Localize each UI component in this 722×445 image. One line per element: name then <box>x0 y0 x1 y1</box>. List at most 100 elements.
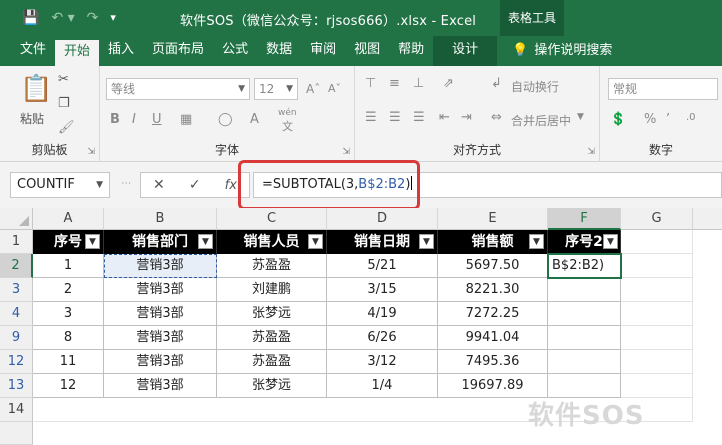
tab-data[interactable]: 数据 <box>257 36 301 66</box>
customize-qat-icon[interactable]: ▾ <box>110 9 116 27</box>
header-cell-salesperson[interactable]: 销售人员 ▼ <box>217 230 327 254</box>
cut-icon[interactable]: ✂ <box>58 72 69 87</box>
copy-icon[interactable]: ❐ <box>58 96 70 111</box>
header-cell-seq2[interactable]: 序号2 ▼ <box>548 230 621 254</box>
table-cell[interactable] <box>548 350 621 374</box>
table-cell[interactable]: 5/21 <box>327 254 438 278</box>
percent-icon[interactable]: % <box>644 112 656 127</box>
tab-formulas[interactable]: 公式 <box>213 36 257 66</box>
header-cell-seq[interactable]: 序号 ▼ <box>33 230 104 254</box>
chevron-down-icon[interactable]: ▼ <box>577 112 584 122</box>
currency-icon[interactable]: 💲 <box>610 112 626 127</box>
comma-style-icon[interactable]: ’ <box>666 112 670 127</box>
number-format-select[interactable]: 常规 <box>608 78 718 100</box>
merge-center-icon[interactable]: ⇔ <box>491 110 502 125</box>
tab-file[interactable]: 文件 <box>0 36 55 66</box>
header-cell-department[interactable]: 销售部门 ▼ <box>104 230 217 254</box>
cell-empty[interactable] <box>621 302 693 326</box>
table-cell[interactable] <box>548 326 621 350</box>
column-header-d[interactable]: D <box>327 208 438 230</box>
column-header-e[interactable]: E <box>438 208 548 230</box>
tab-design[interactable]: 设计 <box>433 36 498 66</box>
align-top-icon[interactable]: ⊤ <box>365 76 376 91</box>
font-name-select[interactable]: 等线 ▼ <box>106 78 250 100</box>
table-cell[interactable]: 3 <box>33 302 104 326</box>
table-cell[interactable]: 11 <box>33 350 104 374</box>
row-header-13[interactable]: 13 <box>0 374 33 398</box>
clipboard-launcher-icon[interactable]: ⇲ <box>87 147 95 157</box>
wrap-text-icon[interactable]: ↲ <box>491 76 502 91</box>
table-cell[interactable]: 5697.50 <box>438 254 548 278</box>
table-cell[interactable]: 3/12 <box>327 350 438 374</box>
filter-dropdown-icon[interactable]: ▼ <box>85 234 100 249</box>
cell-empty[interactable] <box>621 350 693 374</box>
select-all-button[interactable] <box>0 208 33 230</box>
cell-empty[interactable] <box>621 254 693 278</box>
save-icon[interactable]: 💾 <box>22 9 39 27</box>
merge-center-label[interactable]: 合并后居中 <box>511 112 571 129</box>
enter-icon[interactable]: ✓ <box>189 177 201 193</box>
orientation-icon[interactable]: ⇗ <box>443 76 454 91</box>
paste-icon[interactable]: 📋 <box>20 74 52 104</box>
table-cell[interactable]: 营销3部 <box>104 326 217 350</box>
filter-dropdown-icon[interactable]: ▼ <box>308 234 323 249</box>
filter-dropdown-icon[interactable]: ▼ <box>529 234 544 249</box>
column-header-f[interactable]: F <box>548 208 621 230</box>
cell-empty[interactable] <box>621 278 693 302</box>
align-right-icon[interactable]: ☰ <box>413 110 425 125</box>
table-cell[interactable]: 苏盈盈 <box>217 254 327 278</box>
tab-insert[interactable]: 插入 <box>99 36 143 66</box>
borders-icon[interactable]: ▦ <box>180 112 192 127</box>
tab-home[interactable]: 开始 <box>55 40 100 66</box>
grow-font-icon[interactable]: Aˆ <box>306 82 320 96</box>
paste-label[interactable]: 粘贴 <box>20 110 44 127</box>
tab-view[interactable]: 视图 <box>345 36 389 66</box>
tab-page-layout[interactable]: 页面布局 <box>143 36 213 66</box>
align-bottom-icon[interactable]: ⊥ <box>413 76 424 91</box>
tab-help[interactable]: 帮助 <box>389 36 433 66</box>
row-header-4[interactable]: 4 <box>0 302 33 326</box>
table-cell[interactable]: 4/19 <box>327 302 438 326</box>
cell-empty[interactable] <box>621 326 693 350</box>
table-cell[interactable]: 营销3部 <box>104 374 217 398</box>
table-cell[interactable]: 9941.04 <box>438 326 548 350</box>
fill-color-icon[interactable]: ◯ <box>218 112 233 127</box>
table-cell[interactable]: 张梦远 <box>217 302 327 326</box>
filter-dropdown-icon[interactable]: ▼ <box>419 234 434 249</box>
increase-indent-icon[interactable]: ⇥ <box>461 110 472 125</box>
row-header-9[interactable]: 9 <box>0 326 33 350</box>
header-cell-date[interactable]: 销售日期 ▼ <box>327 230 438 254</box>
font-color-icon[interactable]: A <box>250 112 259 127</box>
phonetic-icon[interactable]: 文 <box>282 118 293 134</box>
phonetic-label[interactable]: wén <box>278 108 297 118</box>
tell-me-search[interactable]: 💡 操作说明搜索 <box>503 36 621 66</box>
row-header-14[interactable]: 14 <box>0 398 33 422</box>
undo-icon[interactable]: ↶ ▾ <box>51 9 74 27</box>
table-cell[interactable]: 1 <box>33 254 104 278</box>
table-cell[interactable] <box>548 278 621 302</box>
align-left-icon[interactable]: ☰ <box>365 110 377 125</box>
table-cell[interactable]: 2 <box>33 278 104 302</box>
table-cell[interactable]: 8221.30 <box>438 278 548 302</box>
format-painter-icon[interactable]: 🖌 <box>58 120 75 135</box>
table-cell[interactable]: 营销3部 <box>104 278 217 302</box>
table-cell[interactable]: 营销3部 <box>104 350 217 374</box>
row-header-1[interactable]: 1 <box>0 230 33 254</box>
column-header-b[interactable]: B <box>104 208 217 230</box>
alignment-launcher-icon[interactable]: ⇲ <box>587 147 595 157</box>
row-header-2[interactable]: 2 <box>0 254 33 278</box>
font-size-select[interactable]: 12 ▼ <box>254 78 298 100</box>
table-cell[interactable]: 12 <box>33 374 104 398</box>
cancel-icon[interactable]: ✕ <box>153 177 165 193</box>
wrap-text-label[interactable]: 自动换行 <box>511 78 559 95</box>
bold-icon[interactable]: B <box>110 112 120 127</box>
cell-empty[interactable] <box>621 230 693 254</box>
shrink-font-icon[interactable]: Aˇ <box>328 82 341 95</box>
insert-function-icon[interactable]: fx <box>225 178 237 193</box>
column-header-a[interactable]: A <box>33 208 104 230</box>
table-cell[interactable]: 刘建鹏 <box>217 278 327 302</box>
tab-review[interactable]: 审阅 <box>301 36 345 66</box>
font-launcher-icon[interactable]: ⇲ <box>342 147 350 157</box>
table-cell[interactable] <box>548 302 621 326</box>
table-cell[interactable]: 苏盈盈 <box>217 326 327 350</box>
